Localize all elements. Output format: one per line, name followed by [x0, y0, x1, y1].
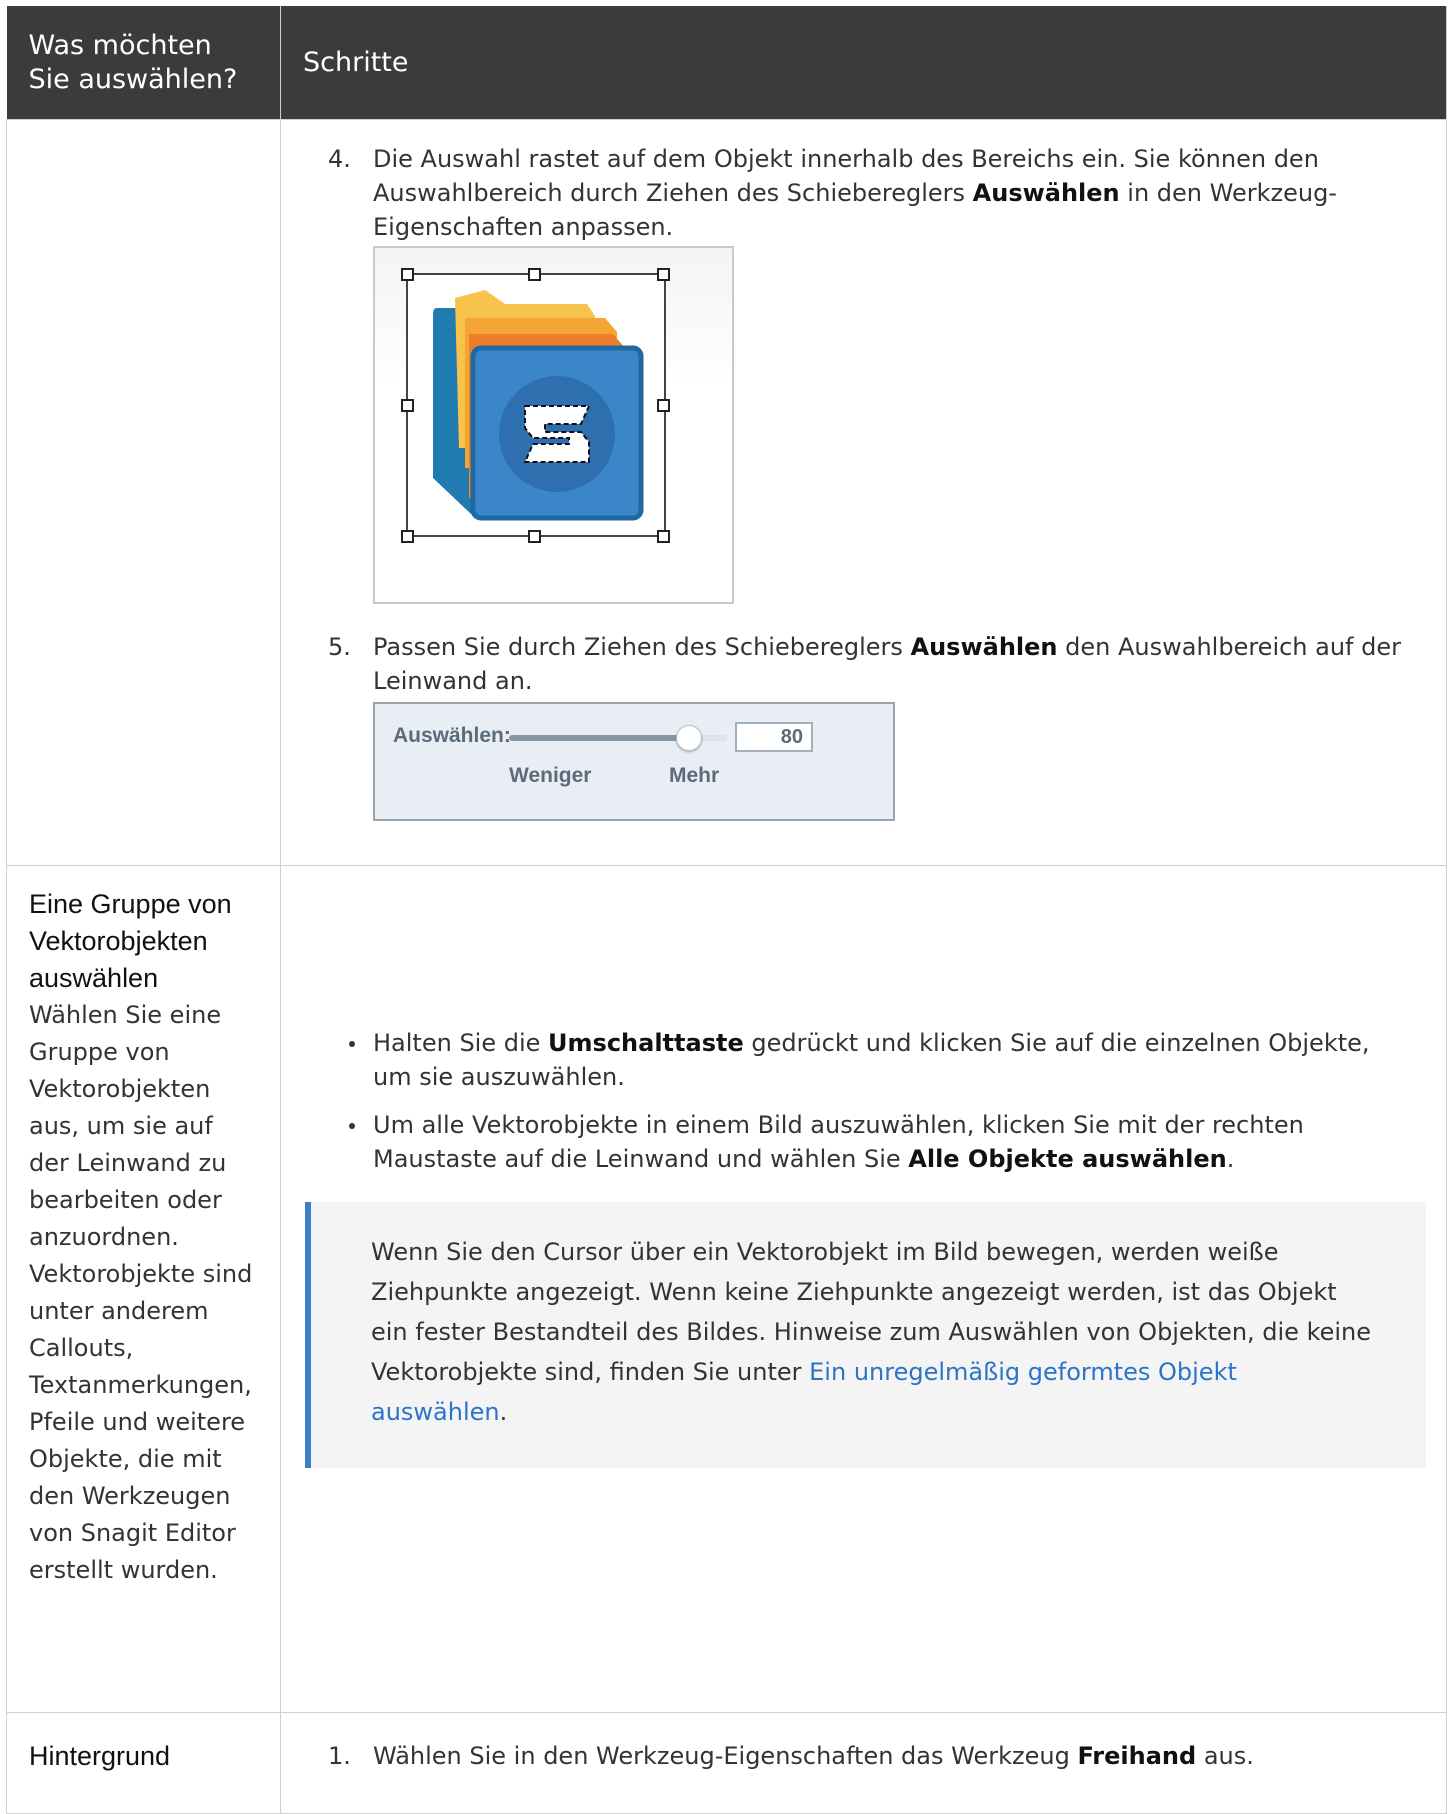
- slider-more-label: Mehr: [669, 764, 720, 787]
- slider-track[interactable]: [509, 725, 727, 751]
- row-description: Wählen Sie eine Gruppe von Vektorobjekte…: [29, 1001, 253, 1584]
- select-value-input[interactable]: 80: [735, 722, 813, 752]
- row-title: Eine Gruppe von Vektorobjekten auswählen: [29, 889, 232, 993]
- row-title: Hintergrund: [29, 1741, 171, 1771]
- header-col-what: Was möchten Sie auswählen?: [6, 6, 281, 120]
- table-row: 4. Die Auswahl rastet auf dem Objekt inn…: [6, 119, 1447, 866]
- select-slider-screenshot: Auswählen: 80 Weniger Mehr: [373, 702, 895, 821]
- snap-selection-screenshot: [373, 246, 734, 604]
- list-item: Um alle Vektorobjekte in einem Bild ausz…: [281, 1108, 1446, 1176]
- row1-label-cell: [6, 119, 281, 866]
- bullet-list: Halten Sie die Umschalttaste gedrückt un…: [281, 1026, 1446, 1176]
- bullet-dot: [349, 1041, 355, 1047]
- table-row: Hintergrund 1. Wählen Sie in den Werkzeu…: [6, 1712, 1447, 1814]
- selection-table: Was möchten Sie auswählen? Schritte 4. D…: [6, 6, 1447, 1814]
- snagit-folder-icon: [401, 268, 670, 543]
- slider-handle[interactable]: [675, 725, 702, 751]
- step-5: 5. Passen Sie durch Ziehen des Schiebere…: [328, 633, 1402, 695]
- step-4: 4. Die Auswahl rastet auf dem Objekt inn…: [328, 145, 1337, 241]
- row3-label-cell: Hintergrund: [6, 1712, 281, 1814]
- row1-steps-cell: 4. Die Auswahl rastet auf dem Objekt inn…: [280, 119, 1447, 866]
- list-item: Halten Sie die Umschalttaste gedrückt un…: [281, 1026, 1446, 1094]
- note-box: Wenn Sie den Cursor über ein Vektorobjek…: [305, 1202, 1426, 1468]
- slider-fill: [509, 735, 688, 741]
- slider-label: Auswählen:: [393, 724, 511, 747]
- step-1: 1. Wählen Sie in den Werkzeug-Eigenschaf…: [328, 1742, 1254, 1770]
- bullet-dot: [349, 1123, 355, 1129]
- table-row: Eine Gruppe von Vektorobjekten auswählen…: [6, 865, 1447, 1713]
- row2-label-cell: Eine Gruppe von Vektorobjekten auswählen…: [6, 865, 281, 1713]
- row2-steps-cell: Halten Sie die Umschalttaste gedrückt un…: [280, 865, 1447, 1713]
- slider-less-label: Weniger: [509, 764, 592, 787]
- row3-steps-cell: 1. Wählen Sie in den Werkzeug-Eigenschaf…: [280, 1712, 1447, 1814]
- header-col-steps: Schritte: [280, 6, 1447, 120]
